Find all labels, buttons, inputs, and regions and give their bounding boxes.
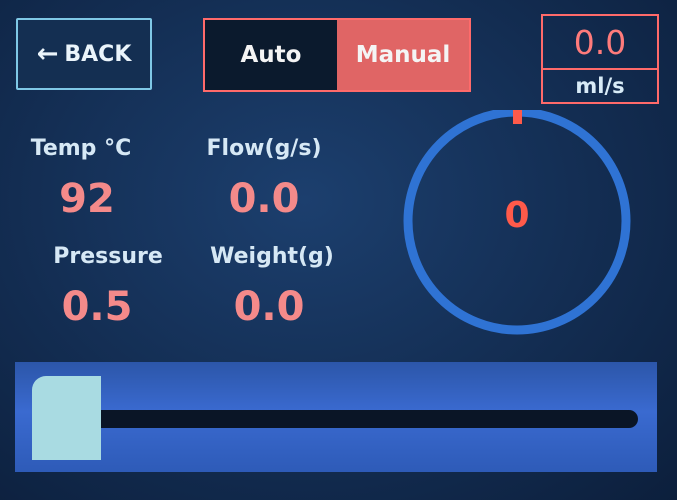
weight-value: 0.0 bbox=[233, 284, 305, 330]
flow-target-unit: ml/s bbox=[543, 68, 657, 102]
dial-value: 0 bbox=[504, 194, 530, 236]
temp-label: Temp °C bbox=[30, 136, 132, 161]
arrow-left-icon: ← bbox=[36, 39, 59, 69]
temp-value: 92 bbox=[59, 176, 115, 222]
flow-label: Flow(g/s) bbox=[206, 136, 322, 161]
back-button[interactable]: ← BACK bbox=[16, 18, 152, 90]
flow-value: 0.0 bbox=[228, 176, 300, 222]
slider-track bbox=[45, 410, 638, 428]
slider-handle[interactable] bbox=[32, 376, 101, 460]
mode-toggle: Auto Manual bbox=[203, 18, 471, 92]
flow-target-value: 0.0 bbox=[573, 22, 627, 62]
mode-manual-label: Manual bbox=[355, 42, 451, 68]
mode-auto-label: Auto bbox=[240, 42, 302, 68]
flow-dial[interactable]: 0 bbox=[398, 107, 636, 348]
pressure-label: Pressure bbox=[53, 244, 163, 269]
control-slider[interactable] bbox=[15, 362, 657, 472]
back-label: BACK bbox=[64, 41, 132, 67]
pressure-value: 0.5 bbox=[61, 284, 133, 330]
weight-label: Weight(g) bbox=[210, 244, 334, 269]
mode-auto-button[interactable]: Auto bbox=[205, 20, 337, 90]
flow-target-display: 0.0 ml/s bbox=[541, 14, 659, 104]
mode-manual-button[interactable]: Manual bbox=[337, 20, 469, 90]
